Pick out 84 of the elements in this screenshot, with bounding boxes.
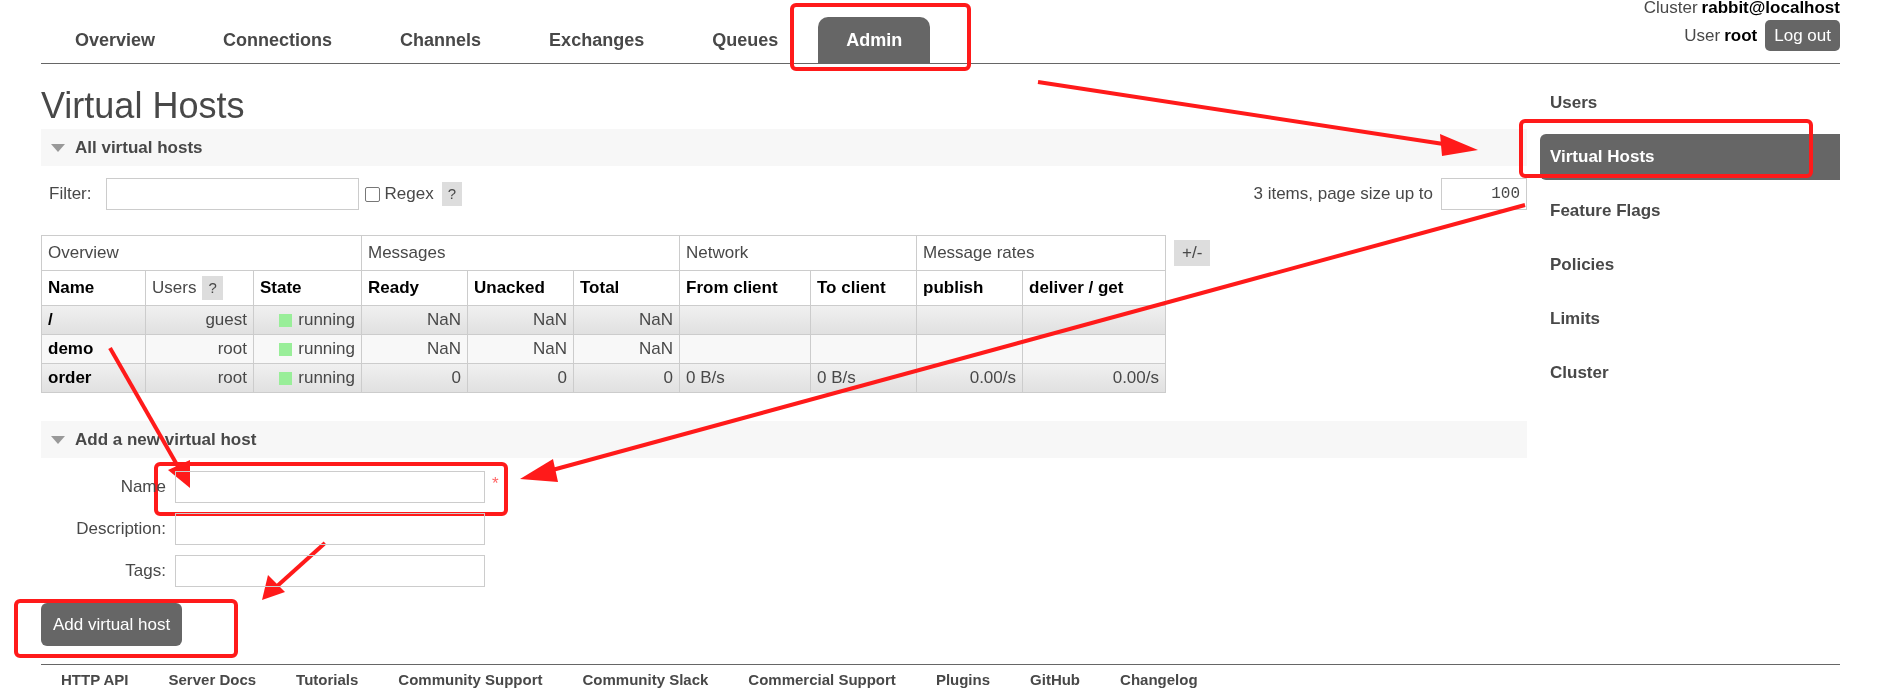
table-cell: NaN bbox=[467, 334, 574, 364]
vhost-name-link[interactable]: demo bbox=[41, 334, 146, 364]
column-header: Users bbox=[152, 277, 197, 300]
sidebar-item[interactable]: Cluster bbox=[1540, 350, 1840, 396]
regex-checkbox[interactable] bbox=[364, 186, 380, 202]
table-cell: 0.00/s bbox=[1022, 363, 1166, 393]
column-toggle-button[interactable]: +/- bbox=[1174, 240, 1211, 266]
nav-tab[interactable]: Connections bbox=[189, 17, 367, 63]
table-cell: 0 B/s bbox=[810, 363, 917, 393]
column-header: Unacked bbox=[467, 270, 574, 306]
footer-link[interactable]: GitHub bbox=[1030, 669, 1081, 692]
nav-tab[interactable]: Overview bbox=[41, 17, 190, 63]
table-cell: NaN bbox=[361, 305, 468, 335]
footer-link[interactable]: Community Support bbox=[398, 669, 543, 692]
annotation-arrow bbox=[262, 541, 327, 600]
column-header: State bbox=[253, 270, 362, 306]
nav-tab[interactable]: Channels bbox=[366, 17, 516, 63]
column-header: Total bbox=[573, 270, 680, 306]
table-cell: root bbox=[145, 334, 254, 364]
filter-field[interactable] bbox=[105, 178, 359, 210]
help-badge[interactable]: ? bbox=[441, 182, 462, 206]
column-header: To client bbox=[810, 270, 917, 306]
collapse-triangle-icon[interactable] bbox=[51, 434, 65, 445]
collapse-triangle-icon[interactable] bbox=[51, 142, 65, 153]
page-size-field[interactable]: 100 bbox=[1441, 178, 1527, 210]
status-text: running bbox=[298, 338, 355, 361]
status-text: running bbox=[298, 367, 355, 390]
footer-link[interactable]: HTTP API bbox=[61, 669, 129, 692]
sidebar-item[interactable]: Virtual Hosts bbox=[1540, 134, 1840, 180]
user-name: root bbox=[1724, 24, 1758, 47]
page-title: Virtual Hosts bbox=[41, 86, 245, 126]
field-label: Description: bbox=[75, 518, 167, 541]
nav-tab[interactable]: Admin bbox=[818, 17, 931, 63]
sidebar-item[interactable]: Users bbox=[1540, 80, 1840, 126]
cluster-label: Cluster bbox=[1643, 0, 1698, 16]
column-header: From client bbox=[679, 270, 811, 306]
filter-label: Filter: bbox=[49, 183, 92, 206]
column-header: Ready bbox=[361, 270, 468, 306]
vhost-name-link[interactable]: / bbox=[41, 305, 146, 335]
section-title[interactable]: Add a new virtual host bbox=[75, 426, 257, 453]
table-cell: NaN bbox=[361, 334, 468, 364]
table-cell: NaN bbox=[467, 305, 574, 335]
help-badge[interactable]: ? bbox=[202, 276, 223, 300]
column-group-header: Messages bbox=[361, 235, 680, 271]
column-header: deliver / get bbox=[1022, 270, 1166, 306]
vhost-name-link[interactable]: order bbox=[41, 363, 146, 393]
text-field[interactable] bbox=[175, 513, 485, 545]
table-cell: guest bbox=[145, 305, 254, 335]
user-label: User bbox=[1684, 24, 1721, 47]
text-field[interactable] bbox=[175, 471, 485, 503]
required-marker: * bbox=[492, 473, 499, 495]
column-group-header: Message rates bbox=[916, 235, 1166, 271]
footer-link[interactable]: Plugins bbox=[935, 669, 991, 692]
table-cell: 0.00/s bbox=[916, 363, 1023, 393]
status-text: running bbox=[298, 309, 355, 332]
footer-link[interactable]: Changelog bbox=[1120, 669, 1198, 692]
column-header: publish bbox=[916, 270, 1023, 306]
table-cell: NaN bbox=[573, 305, 680, 335]
sidebar-item[interactable]: Policies bbox=[1540, 242, 1840, 288]
nav-tab[interactable]: Queues bbox=[678, 17, 813, 63]
column-group-header: Network bbox=[679, 235, 917, 271]
cluster-name: rabbit@localhost bbox=[1701, 0, 1840, 16]
footer-link[interactable]: Community Slack bbox=[582, 669, 709, 692]
add-virtual-host-button[interactable]: Add virtual host bbox=[41, 603, 183, 646]
table-cell: root bbox=[145, 363, 254, 393]
nav-tab[interactable]: Exchanges bbox=[515, 17, 679, 63]
footer-link[interactable]: Tutorials bbox=[296, 669, 359, 692]
items-count-text: 3 items, page size up to bbox=[1253, 183, 1433, 206]
footer-link[interactable]: Commercial Support bbox=[748, 669, 896, 692]
section-title[interactable]: All virtual hosts bbox=[75, 134, 203, 161]
field-label: Tags: bbox=[124, 560, 167, 583]
sidebar-item[interactable]: Feature Flags bbox=[1540, 188, 1840, 234]
logout-button[interactable]: Log out bbox=[1765, 20, 1840, 51]
table-cell: 0 bbox=[361, 363, 468, 393]
table-cell: 0 bbox=[467, 363, 574, 393]
table-cell: NaN bbox=[573, 334, 680, 364]
regex-label: Regex bbox=[384, 183, 434, 206]
column-group-header: Overview bbox=[41, 235, 362, 271]
table-cell: 0 B/s bbox=[679, 363, 811, 393]
sidebar-item[interactable]: Limits bbox=[1540, 296, 1840, 342]
table-cell: 0 bbox=[573, 363, 680, 393]
column-header: Name bbox=[41, 270, 146, 306]
footer-link[interactable]: Server Docs bbox=[168, 669, 257, 692]
text-field[interactable] bbox=[175, 555, 485, 587]
